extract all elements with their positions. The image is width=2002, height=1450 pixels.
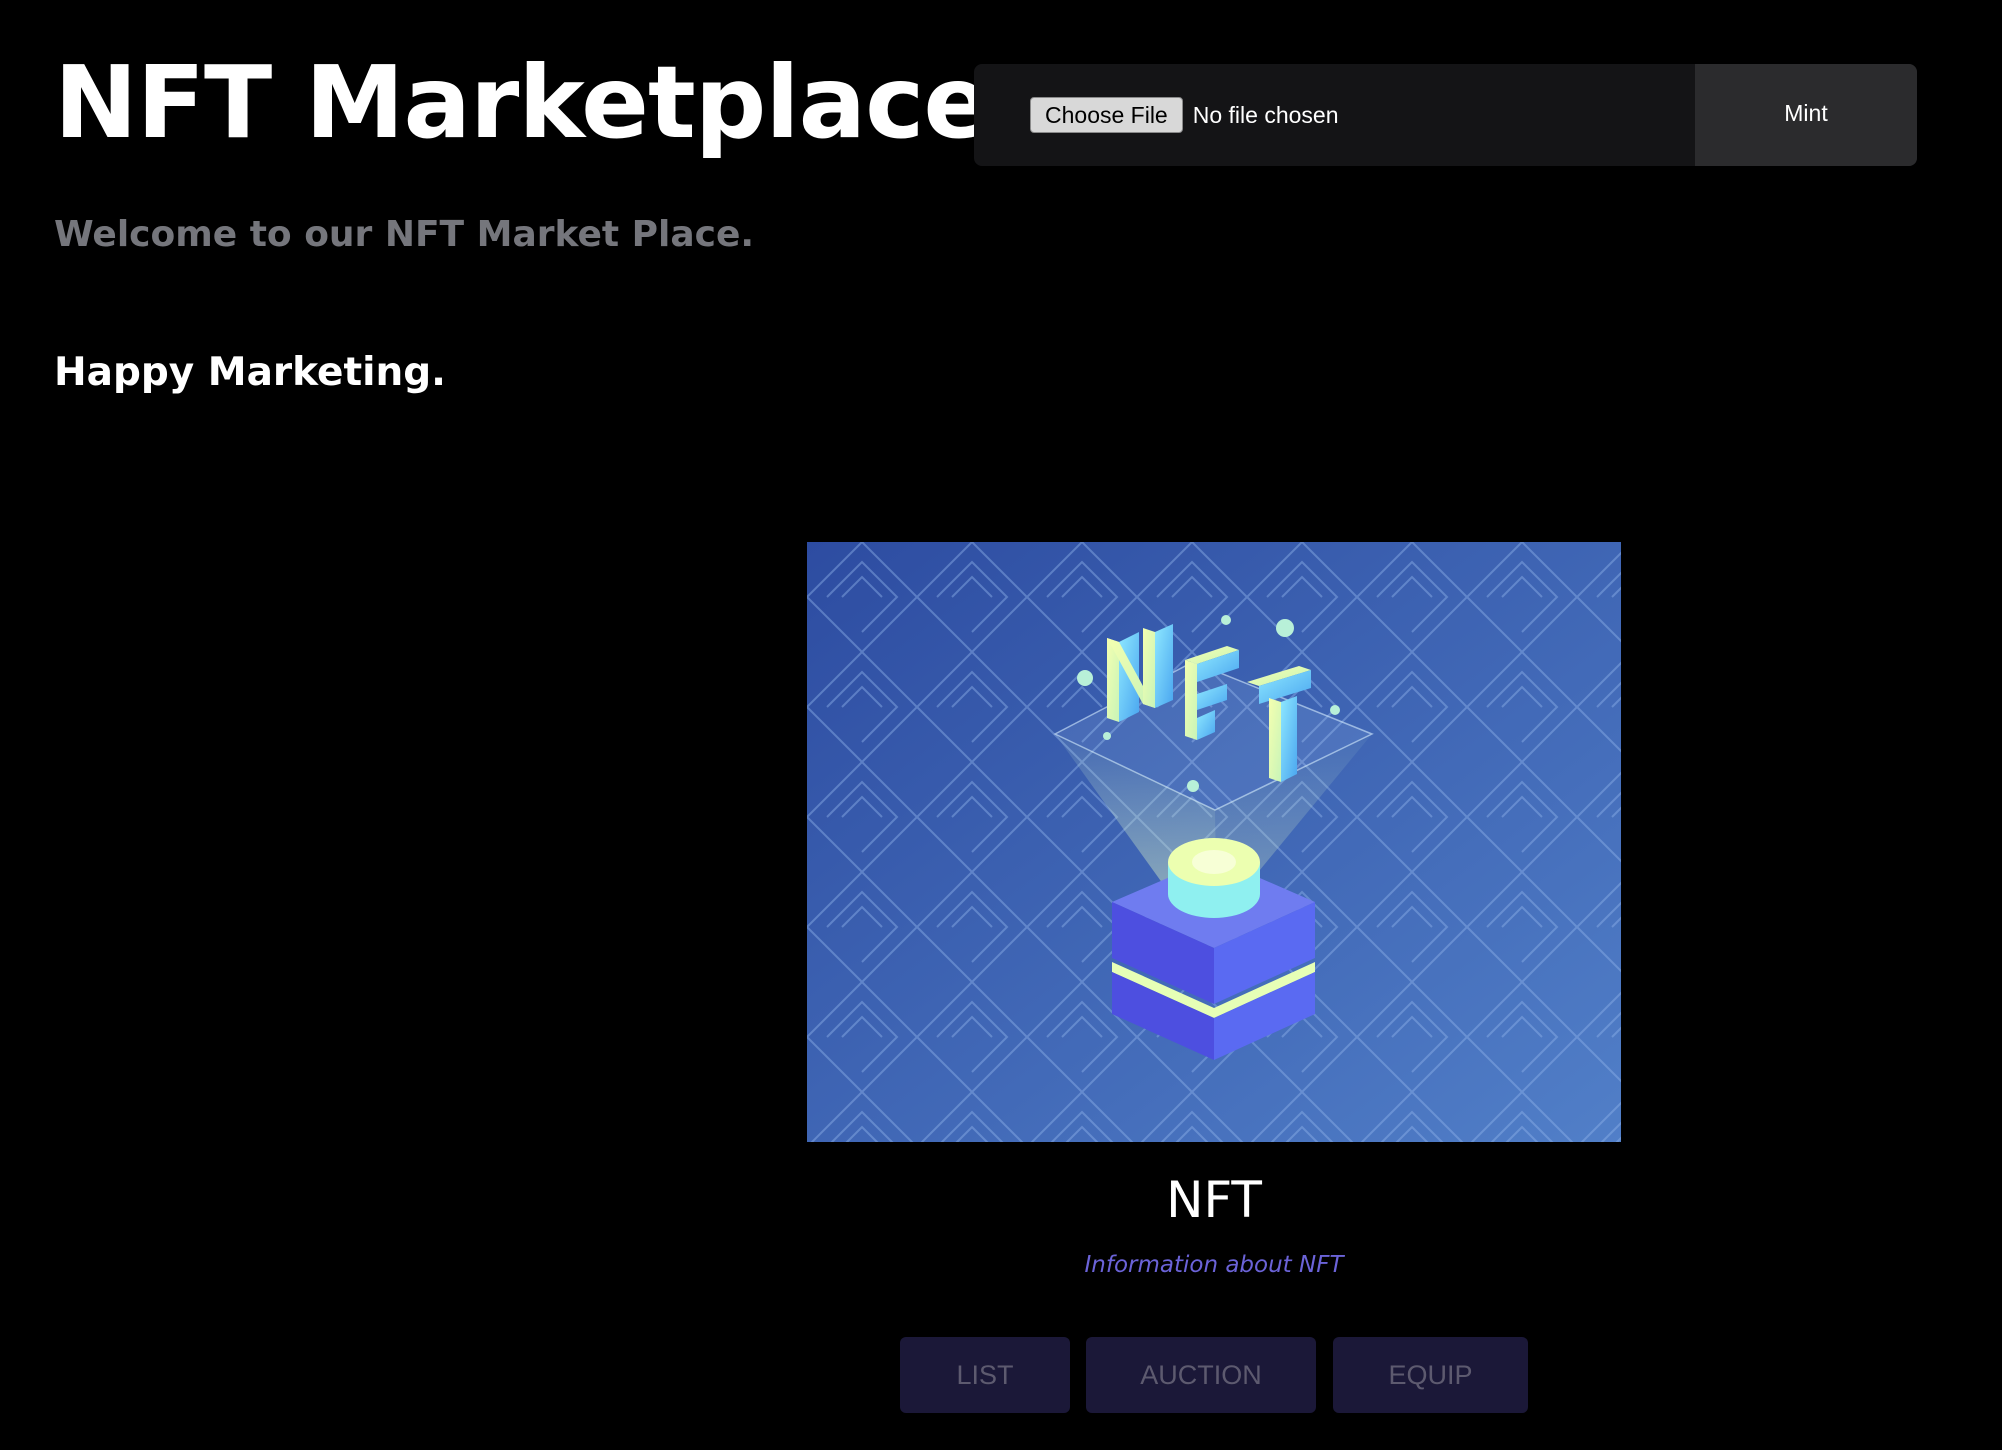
equip-button[interactable]: EQUIP — [1333, 1337, 1528, 1413]
nft-card: NFT Information about NFT — [807, 542, 1621, 1280]
page: NFT Marketplace Welcome to our NFT Marke… — [0, 0, 2002, 1450]
mint-button[interactable]: Mint — [1695, 64, 1917, 166]
tagline: Happy Marketing. — [54, 350, 446, 395]
file-input[interactable]: Choose File No file chosen — [974, 64, 1695, 166]
choose-file-button[interactable]: Choose File — [1030, 97, 1183, 133]
welcome-subtitle: Welcome to our NFT Market Place. — [54, 214, 755, 255]
nft-name: NFT — [1166, 1171, 1262, 1229]
list-button[interactable]: LIST — [900, 1337, 1070, 1413]
auction-button[interactable]: AUCTION — [1086, 1337, 1316, 1413]
file-status-text: No file chosen — [1192, 101, 1339, 128]
nft-actions: LIST AUCTION EQUIP — [0, 1337, 2002, 1413]
mint-form: Choose File No file chosen Mint — [974, 64, 1917, 166]
nft-image[interactable] — [807, 542, 1621, 1142]
page-title: NFT Marketplace — [54, 44, 991, 161]
nft-info-text: Information about NFT — [1084, 1252, 1344, 1278]
